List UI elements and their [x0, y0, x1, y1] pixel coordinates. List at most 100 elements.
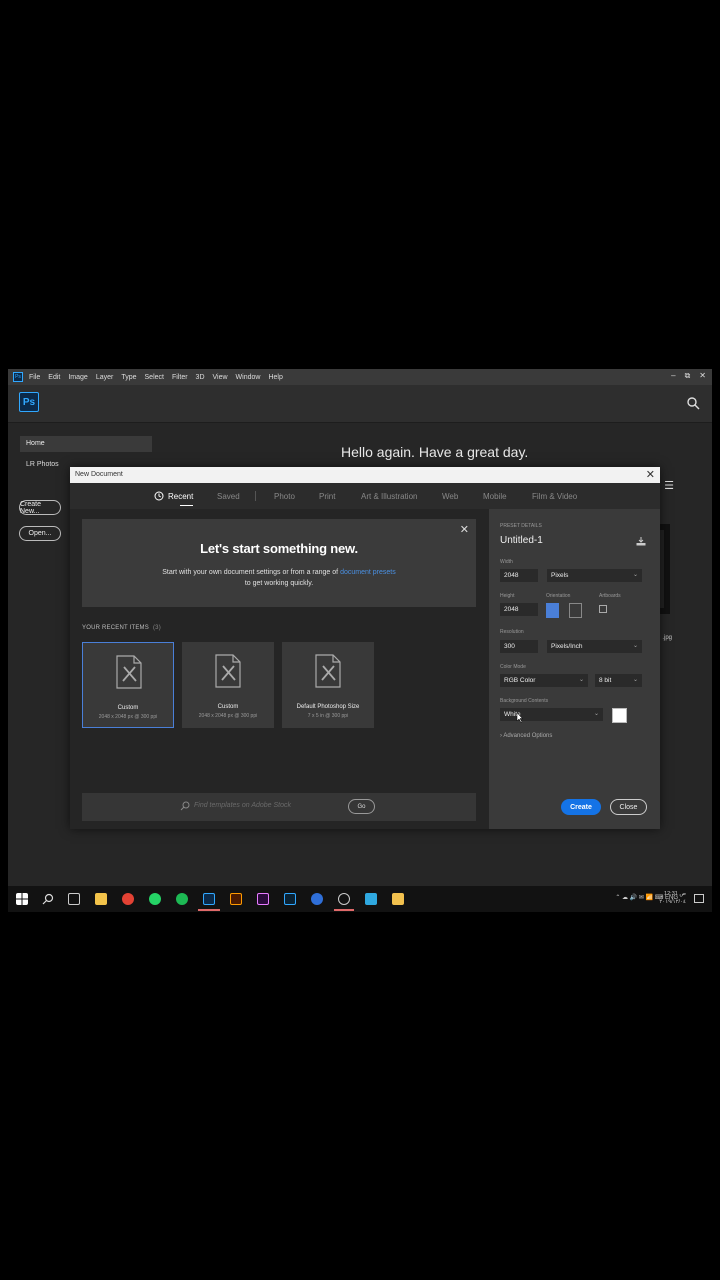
artboards-label: Artboards [599, 593, 621, 599]
recent-pane: ✕ Let's start something new. Start with … [70, 509, 489, 829]
photoshop-logo[interactable]: Ps [19, 392, 39, 412]
width-input[interactable]: 2048 [500, 569, 538, 582]
app-icon[interactable] [365, 893, 377, 905]
save-preset-icon[interactable] [636, 537, 646, 546]
photoshop-small-icon: Ps [13, 372, 23, 382]
minimize-button[interactable]: – [671, 371, 675, 381]
bit-depth-select[interactable]: 8 bit ⌄ [595, 674, 642, 687]
width-unit-select[interactable]: Pixels ⌄ [547, 569, 642, 582]
menu-help[interactable]: Help [268, 374, 282, 381]
advanced-options-toggle[interactable]: › Advanced Options [500, 733, 552, 739]
illustrator-icon[interactable] [230, 893, 242, 905]
go-button[interactable]: Go [348, 799, 375, 814]
create-button[interactable]: Create [561, 799, 601, 815]
chevron-down-icon: ⌄ [632, 643, 638, 649]
menu-bar: Ps File Edit Image Layer Type Select Fil… [8, 369, 712, 385]
tab-film-video[interactable]: Film & Video [532, 492, 577, 501]
height-input[interactable]: 2048 [500, 603, 538, 616]
document-icon [215, 654, 241, 688]
file-explorer-icon[interactable] [392, 893, 404, 905]
color-mode-value: RGB Color [504, 677, 536, 684]
background-contents-label: Background Contents [500, 698, 549, 704]
new-document-dialog: New Document ✕ Recent Saved Photo Print … [70, 467, 660, 829]
menu-window[interactable]: Window [236, 374, 261, 381]
menu-image[interactable]: Image [68, 374, 87, 381]
recent-item-card[interactable]: Custom 2048 x 2048 px @ 300 ppi [182, 642, 274, 728]
document-icon [116, 655, 142, 689]
create-new-button[interactable]: Create New... [19, 500, 61, 515]
restore-button[interactable]: ⧉ [685, 371, 691, 381]
dialog-close-icon[interactable]: ✕ [646, 468, 655, 481]
recent-item-card[interactable]: Default Photoshop Size 7 x 5 in @ 300 pp… [282, 642, 374, 728]
menu-view[interactable]: View [213, 374, 228, 381]
tray-icons[interactable]: ⌃ ☁ 🔊 ✉ 📶 ⌨ [615, 895, 665, 901]
welcome-subtitle: Start with your own document settings or… [82, 567, 476, 589]
clock-icon [154, 491, 164, 501]
document-presets-link[interactable]: document presets [340, 569, 396, 576]
sidebar-item-home[interactable]: Home [20, 436, 152, 452]
orientation-label: Orientation [546, 593, 571, 599]
tab-mobile[interactable]: Mobile [483, 492, 507, 501]
menu-filter[interactable]: Filter [172, 374, 188, 381]
menu-layer[interactable]: Layer [96, 374, 114, 381]
list-view-icon[interactable]: ☰ [664, 479, 674, 492]
open-button[interactable]: Open... [19, 526, 61, 541]
preset-details-pane: PRESET DETAILS Untitled-1 Width 2048 Pix… [489, 509, 660, 829]
menu-file[interactable]: File [29, 374, 40, 381]
close-window-button[interactable]: ✕ [699, 371, 706, 381]
lightroom-icon[interactable] [284, 893, 296, 905]
bit-depth-value: 8 bit [599, 677, 612, 684]
menu-edit[interactable]: Edit [48, 374, 60, 381]
recent-item-meta: 7 x 5 in @ 300 ppi [307, 713, 349, 719]
windows-start-icon[interactable] [16, 893, 28, 905]
menu-type[interactable]: Type [121, 374, 136, 381]
active-app-indicator [334, 909, 354, 911]
mouse-cursor-icon [516, 713, 523, 723]
stock-search-input[interactable]: Find templates on Adobe Stock [194, 802, 291, 809]
artboards-checkbox[interactable] [599, 605, 607, 613]
tab-recent[interactable]: Recent [168, 492, 194, 506]
tab-saved[interactable]: Saved [217, 492, 240, 501]
welcome-title: Let's start something new. [200, 541, 358, 556]
tab-photo[interactable]: Photo [274, 492, 295, 501]
chrome-icon[interactable] [122, 893, 134, 905]
store-icon[interactable] [95, 893, 107, 905]
tab-web[interactable]: Web [442, 492, 458, 501]
recent-item-card[interactable]: Custom 2048 x 2048 px @ 300 ppi [82, 642, 174, 728]
task-view-icon[interactable] [68, 893, 80, 905]
tab-art-illustration[interactable]: Art & Illustration [361, 492, 417, 501]
sidebar-item-lr-photos[interactable]: LR Photos [26, 461, 59, 468]
background-color-swatch[interactable] [612, 708, 627, 723]
clock-date: ٢٠١٩/١٢/٠٤ [659, 899, 686, 905]
chevron-right-icon: › [500, 733, 502, 739]
menu-select[interactable]: Select [145, 374, 164, 381]
notification-icon[interactable] [694, 894, 704, 903]
width-unit-value: Pixels [551, 572, 569, 579]
browser-icon[interactable] [311, 893, 323, 905]
media-player-icon[interactable] [338, 893, 350, 905]
clock-time: 12:31 ص [664, 891, 686, 897]
photoshop-taskbar-icon[interactable] [203, 893, 215, 905]
menu-3d[interactable]: 3D [196, 374, 205, 381]
document-name-field[interactable]: Untitled-1 [500, 535, 543, 546]
active-app-indicator [198, 909, 220, 911]
banner-close-icon[interactable]: ✕ [460, 523, 469, 536]
search-icon[interactable] [42, 893, 54, 905]
recent-items-title: YOUR RECENT ITEMS [82, 625, 149, 631]
color-mode-select[interactable]: RGB Color ⌄ [500, 674, 588, 687]
welcome-banner: ✕ Let's start something new. Start with … [82, 519, 476, 607]
search-icon[interactable] [686, 396, 700, 410]
premiere-icon[interactable] [257, 893, 269, 905]
resolution-unit-select[interactable]: Pixels/Inch ⌄ [547, 640, 642, 653]
whatsapp-icon[interactable] [149, 893, 161, 905]
landscape-orientation-button[interactable] [569, 603, 582, 618]
greeting-text: Hello again. Have a great day. [341, 444, 529, 460]
system-clock[interactable]: 12:31 ص ٢٠١٩/١٢/٠٤ [659, 890, 686, 906]
portrait-orientation-button[interactable] [546, 603, 559, 618]
close-button[interactable]: Close [610, 799, 647, 815]
tab-print[interactable]: Print [319, 492, 335, 501]
resolution-input[interactable]: 300 [500, 640, 538, 653]
windows-taskbar: ⌃ ☁ 🔊 ✉ 📶 ⌨ ENG 12:31 ص ٢٠١٩/١٢/٠٤ [8, 886, 712, 912]
spotify-icon[interactable] [176, 893, 188, 905]
preset-tabs: Recent Saved Photo Print Art & Illustrat… [70, 483, 660, 509]
